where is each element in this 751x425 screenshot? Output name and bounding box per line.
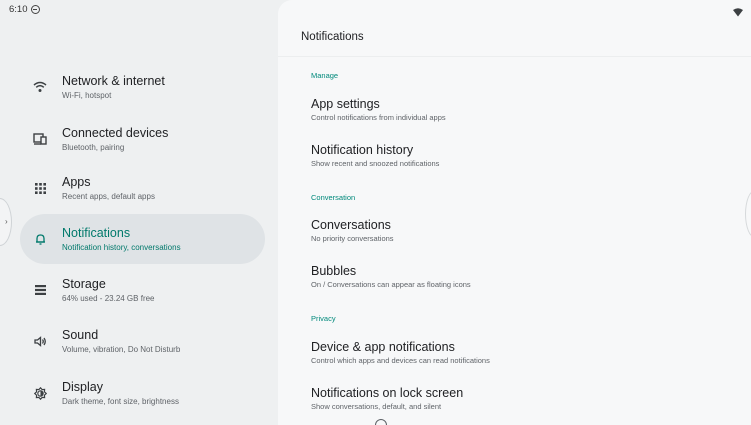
status-bar-left: 6:10 <box>9 4 40 15</box>
pref-app-settings[interactable]: App settings Control notifications from … <box>311 97 731 123</box>
pref-title: Conversations <box>311 218 391 232</box>
forward-gesture-handle[interactable] <box>745 190 751 238</box>
section-header-manage: Manage <box>311 71 339 80</box>
pref-title: Bubbles <box>311 264 357 278</box>
sidebar-item-storage[interactable]: Storage 64% used - 23.24 GB free <box>20 265 265 315</box>
pref-notifications-lock-screen[interactable]: Notifications on lock screen Show conver… <box>311 386 731 412</box>
sidebar-item-sound[interactable]: Sound Volume, vibration, Do Not Disturb <box>20 316 265 366</box>
pref-subtitle: On / Conversations can appear as floatin… <box>311 280 471 289</box>
pref-title: Device & app notifications <box>311 340 455 354</box>
sidebar-item-subtitle: Notification history, conversations <box>62 242 181 252</box>
sidebar-item-subtitle: Volume, vibration, Do Not Disturb <box>62 344 181 354</box>
pref-subtitle: No priority conversations <box>311 234 394 243</box>
back-gesture-handle[interactable]: › <box>0 198 12 246</box>
sidebar-item-subtitle: Dark theme, font size, brightness <box>62 396 179 406</box>
pref-notification-history[interactable]: Notification history Show recent and sno… <box>311 143 731 169</box>
speaker-icon <box>32 333 48 349</box>
notifications-detail-pane: Notifications Manage App settings Contro… <box>278 0 751 425</box>
bell-icon <box>32 231 48 247</box>
wifi-icon <box>32 79 48 95</box>
sidebar-item-subtitle: Wi-Fi, hotspot <box>62 90 112 100</box>
sidebar-item-title: Display <box>62 379 103 394</box>
page-title: Notifications <box>301 31 364 43</box>
wifi-status-icon <box>733 4 743 17</box>
sidebar-item-title: Notifications <box>62 225 131 240</box>
pref-subtitle: Control which apps and devices can read … <box>311 356 490 365</box>
section-header-privacy: Privacy <box>311 314 336 323</box>
settings-sidebar: 6:10 › Network & internet Wi-Fi, hotspot… <box>0 0 278 425</box>
sidebar-item-connected-devices[interactable]: Connected devices Bluetooth, pairing <box>20 114 265 164</box>
sidebar-item-title: Apps <box>62 174 91 189</box>
sidebar-item-network[interactable]: Network & internet Wi-Fi, hotspot <box>20 62 265 112</box>
sidebar-item-title: Connected devices <box>62 125 169 140</box>
pref-device-app-notifications[interactable]: Device & app notifications Control which… <box>311 340 731 366</box>
sidebar-item-subtitle: Bluetooth, pairing <box>62 142 125 152</box>
partially-visible-icon <box>375 419 387 425</box>
brightness-icon <box>32 385 48 401</box>
pref-title: App settings <box>311 97 380 111</box>
pref-subtitle: Show conversations, default, and silent <box>311 402 442 411</box>
sidebar-item-subtitle: Recent apps, default apps <box>62 191 155 201</box>
sidebar-item-title: Storage <box>62 276 106 291</box>
sidebar-item-subtitle: 64% used - 23.24 GB free <box>62 293 155 303</box>
sidebar-item-display[interactable]: Display Dark theme, font size, brightnes… <box>20 368 265 418</box>
pref-conversations[interactable]: Conversations No priority conversations <box>311 218 731 244</box>
pref-title: Notifications on lock screen <box>311 386 464 400</box>
sidebar-item-notifications[interactable]: Notifications Notification history, conv… <box>20 214 265 264</box>
sidebar-item-apps[interactable]: Apps Recent apps, default apps <box>20 163 265 213</box>
sidebar-item-title: Network & internet <box>62 73 165 88</box>
pref-title: Notification history <box>311 143 414 157</box>
status-time: 6:10 <box>9 4 28 15</box>
connected-devices-icon <box>32 131 48 147</box>
section-header-conversation: Conversation <box>311 193 356 202</box>
sidebar-item-title: Sound <box>62 327 99 342</box>
title-divider <box>278 56 751 57</box>
storage-icon <box>32 282 48 298</box>
pref-subtitle: Show recent and snoozed notifications <box>311 159 440 168</box>
vpn-icon <box>30 5 40 14</box>
pref-subtitle: Control notifications from individual ap… <box>311 113 446 122</box>
pref-bubbles[interactable]: Bubbles On / Conversations can appear as… <box>311 264 731 290</box>
apps-grid-icon <box>32 180 48 196</box>
